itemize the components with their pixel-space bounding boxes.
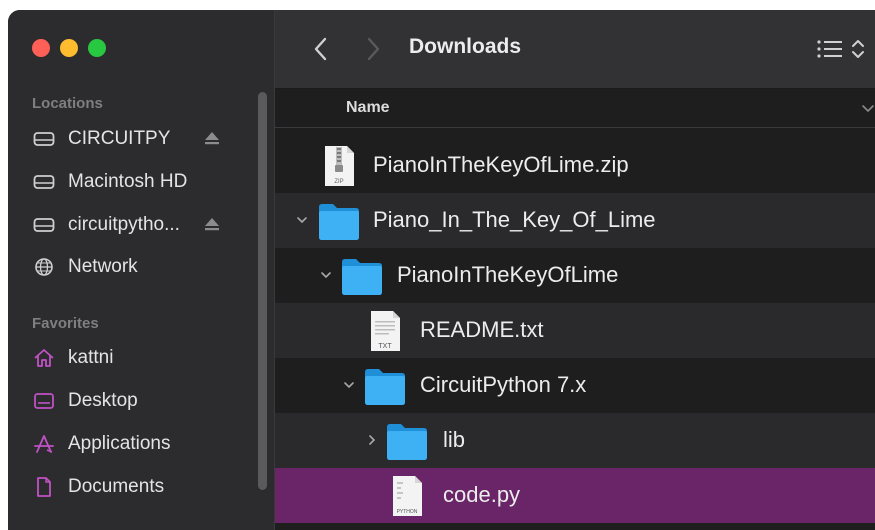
zip-badge: ZIP (334, 179, 343, 185)
eject-icon[interactable] (202, 128, 222, 148)
file-name: lib (443, 427, 466, 452)
list-view-icon (817, 40, 864, 58)
sort-chevron-icon[interactable] (861, 101, 875, 115)
applications-icon (32, 434, 56, 454)
sidebar-item-applications[interactable]: Applications (32, 429, 252, 459)
folder-icon (363, 364, 407, 408)
file-name: README.txt (420, 317, 544, 342)
list-item[interactable]: TXT README.txt (275, 303, 875, 358)
drive-icon (32, 215, 56, 235)
eject-icon[interactable] (202, 214, 222, 234)
sidebar-scrollbar[interactable] (258, 92, 267, 490)
python-badge: PYTHON (397, 509, 418, 515)
sidebar-item-label: kattni (68, 347, 114, 368)
list-item[interactable]: Piano_In_The_Key_Of_Lime (275, 193, 875, 248)
file-name: PianoInTheKeyOfLime (397, 262, 619, 287)
column-header: Name (275, 89, 875, 128)
file-name: CircuitPython 7.x (420, 372, 587, 397)
sidebar-item-circuitpy[interactable]: CIRCUITPY (32, 124, 252, 154)
file-name: PianoInTheKeyOfLime.zip (373, 152, 629, 177)
sidebar-item-label: Macintosh HD (68, 171, 188, 192)
toolbar: Downloads (275, 10, 875, 89)
sidebar-item-label: Applications (68, 433, 171, 454)
window-title: Downloads (409, 35, 522, 58)
disclosure-expanded-icon[interactable] (342, 378, 356, 392)
globe-icon (32, 257, 56, 277)
locations-heading: Locations (32, 95, 103, 112)
sidebar-item-label: Documents (68, 476, 165, 497)
home-icon (32, 348, 56, 368)
file-name: Piano_In_The_Key_Of_Lime (373, 207, 656, 232)
disclosure-expanded-icon[interactable] (319, 268, 333, 282)
forward-button[interactable] (361, 32, 385, 66)
sidebar-item-desktop[interactable]: Desktop (32, 386, 252, 416)
disclosure-collapsed-icon[interactable] (365, 433, 379, 447)
folder-icon (385, 419, 429, 463)
minimize-button[interactable] (60, 39, 78, 57)
drive-icon (32, 172, 56, 192)
column-name-header[interactable]: Name (346, 99, 390, 117)
zoom-button[interactable] (88, 39, 106, 57)
folder-icon (317, 199, 361, 243)
chevron-left-icon (314, 37, 327, 61)
sidebar: Locations CIRCUITPY Macintosh HD circuit… (8, 10, 275, 530)
favorites-heading: Favorites (32, 315, 99, 332)
txt-badge: TXT (378, 343, 392, 350)
zip-file-icon: ZIP (317, 144, 361, 188)
chevron-right-icon (367, 37, 380, 61)
list-item[interactable]: CircuitPython 7.x (275, 358, 875, 413)
disclosure-expanded-icon[interactable] (295, 213, 309, 227)
view-options-button[interactable] (815, 36, 875, 62)
sidebar-item-kattni[interactable]: kattni (32, 343, 252, 373)
list-item[interactable]: PYTHON code.py (275, 468, 875, 523)
sidebar-item-macintosh-hd[interactable]: Macintosh HD (32, 167, 252, 197)
sidebar-item-network[interactable]: Network (32, 252, 252, 282)
sidebar-item-label: Desktop (68, 390, 138, 411)
window-controls (32, 39, 106, 57)
python-file-icon: PYTHON (385, 474, 429, 518)
sidebar-item-label: Network (68, 256, 138, 277)
document-icon (32, 477, 56, 497)
file-list: Name ZIP PianoInTheKeyOfLime.zip Piano_I… (275, 89, 875, 530)
sidebar-item-label: circuitpytho... (68, 214, 180, 235)
drive-icon (32, 129, 56, 149)
desktop-icon (32, 391, 56, 411)
close-button[interactable] (32, 39, 50, 57)
list-item[interactable]: PianoInTheKeyOfLime (275, 248, 875, 303)
sidebar-item-label: CIRCUITPY (68, 128, 171, 149)
sidebar-item-circuitpython[interactable]: circuitpytho... (32, 210, 252, 240)
file-name: code.py (443, 482, 521, 507)
list-item[interactable]: lib (275, 413, 875, 468)
sidebar-item-documents[interactable]: Documents (32, 472, 252, 502)
text-file-icon: TXT (363, 309, 407, 353)
list-item[interactable]: ZIP PianoInTheKeyOfLime.zip (275, 138, 875, 193)
finder-window: Locations CIRCUITPY Macintosh HD circuit… (8, 10, 875, 530)
back-button[interactable] (309, 32, 333, 66)
folder-icon (340, 254, 384, 298)
